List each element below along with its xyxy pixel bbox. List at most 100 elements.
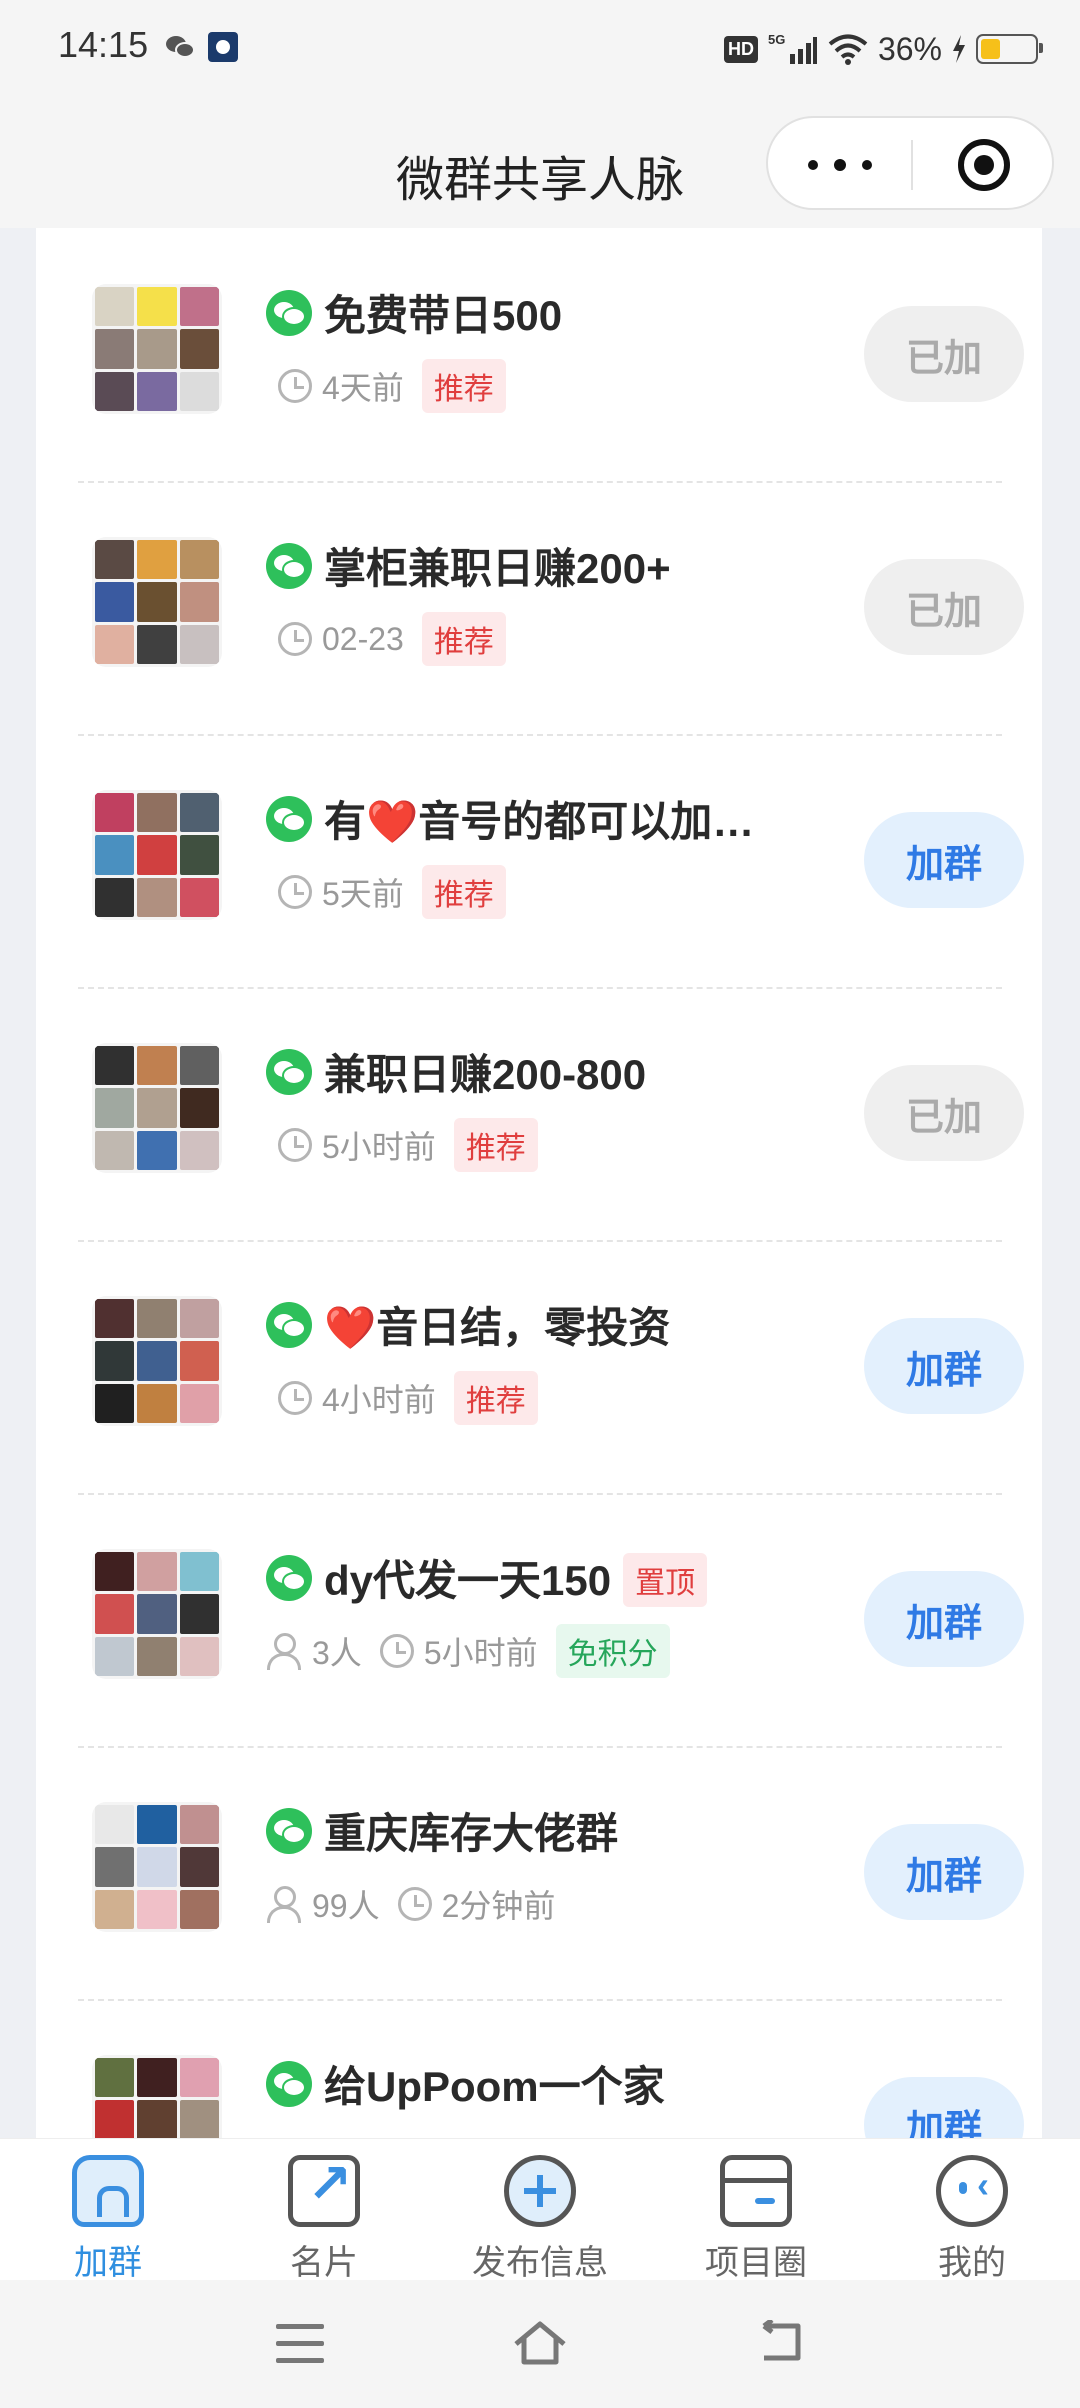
wechat-icon (266, 796, 312, 842)
free-points-tag: 免积分 (555, 1624, 670, 1678)
group-meta: 5小时前 推荐 (278, 1118, 538, 1172)
group-avatar (92, 2055, 222, 2138)
clock-icon (379, 1634, 414, 1668)
wechat-icon (166, 36, 195, 58)
group-time: 5小时前 (423, 1635, 538, 1671)
tab-label: 发布信息 (472, 2244, 608, 2282)
added-button[interactable]: 已加 (864, 306, 1024, 402)
tab-label: 名片 (290, 2244, 358, 2282)
group-title: 掌柜兼职日赚200+ (324, 545, 671, 592)
wechat-icon (266, 290, 312, 336)
member-count: 99人 (312, 1888, 380, 1924)
recommend-tag: 推荐 (453, 1118, 538, 1172)
clock-icon (397, 1887, 432, 1921)
list-item[interactable]: 掌柜兼职日赚200+ 02-23 推荐 已加 (78, 481, 1024, 736)
group-avatar (92, 1043, 222, 1173)
join-group-button[interactable]: 加群 (864, 2077, 1024, 2138)
group-meta: 4天前 推荐 (278, 359, 506, 413)
tab-label: 项目圈 (705, 2244, 807, 2282)
pinned-tag: 置顶 (623, 1552, 708, 1607)
wechat-icon (266, 1808, 312, 1854)
tab-publish[interactable]: 发布信息 (440, 2155, 640, 2282)
network-label: 5G (768, 32, 785, 47)
tab-label: 加群 (74, 2244, 142, 2282)
wechat-icon (266, 543, 312, 589)
app-icon (208, 32, 238, 62)
group-time: 5小时前 (322, 1129, 436, 1165)
home-outline-icon[interactable] (510, 2314, 570, 2374)
group-title: 有❤️音号的都可以加… (324, 798, 755, 845)
tab-business-card[interactable]: 名片 (224, 2152, 424, 2282)
group-meta: 4小时前 推荐 (278, 1371, 538, 1425)
group-time: 4天前 (322, 370, 404, 406)
share-card-icon (288, 2152, 360, 2227)
wifi-icon (828, 34, 868, 65)
join-group-button[interactable]: 加群 (864, 1318, 1024, 1414)
join-group-button[interactable]: 加群 (864, 1824, 1024, 1920)
recommend-tag: 推荐 (421, 612, 506, 666)
nav-bar: 微群共享人脉 (0, 100, 1080, 228)
wechat-icon (266, 2061, 312, 2107)
back-icon[interactable] (756, 2320, 806, 2364)
wechat-icon (266, 1555, 312, 1601)
list-item[interactable]: dy代发一天150 置顶 3人 5小时前 免积分 加群 (78, 1493, 1024, 1748)
group-list: 免费带日500 4天前 推荐 已加 掌柜兼职日赚200+ 02-23 推荐 已加 (36, 228, 1042, 2138)
person-icon (266, 1633, 302, 1670)
group-time: 02-23 (322, 620, 404, 657)
target-close-icon[interactable] (958, 139, 1010, 191)
status-time: 14:15 (58, 24, 149, 65)
tab-join-group[interactable]: 加群 (8, 2155, 208, 2282)
tab-bar: 加群 名片 发布信息 项目圈 我的 (0, 2138, 1080, 2282)
menu-icon[interactable] (276, 2324, 324, 2364)
group-title: ❤️音日结，零投资 (324, 1304, 671, 1351)
person-icon (266, 1886, 302, 1923)
charging-icon (953, 35, 965, 63)
clock-icon (278, 1128, 312, 1162)
group-avatar (92, 1802, 222, 1932)
home-icon (72, 2155, 144, 2227)
recommend-tag: 推荐 (453, 1371, 538, 1425)
group-meta: 3人 5小时前 免积分 (266, 1624, 670, 1678)
tab-projects[interactable]: 项目圈 (656, 2155, 856, 2282)
battery-icon (976, 34, 1043, 64)
capsule-divider (911, 140, 913, 190)
join-group-button[interactable]: 加群 (864, 812, 1024, 908)
wechat-icon (266, 1049, 312, 1095)
group-title: 给UpPoom一个家 (324, 2063, 665, 2110)
wechat-icon (266, 1302, 312, 1348)
hd-badge: HD (723, 35, 758, 63)
more-dots-icon[interactable] (808, 148, 872, 182)
list-item[interactable]: 兼职日赚200-800 5小时前 推荐 已加 (78, 987, 1024, 1242)
added-button[interactable]: 已加 (864, 559, 1024, 655)
member-count: 3人 (312, 1635, 362, 1671)
list-item[interactable]: 有❤️音号的都可以加… 5天前 推荐 加群 (78, 734, 1024, 989)
group-avatar (92, 284, 222, 414)
join-group-button[interactable]: 加群 (864, 1571, 1024, 1667)
group-meta: 5天前 推荐 (278, 865, 506, 919)
group-time: 5天前 (322, 876, 404, 912)
group-title: 重庆库存大佬群 (324, 1810, 619, 1857)
list-item[interactable]: 重庆库存大佬群 99人 2分钟前 加群 (78, 1746, 1024, 2001)
mini-program-capsule (766, 116, 1054, 210)
clock-icon (278, 622, 312, 656)
clock-icon (278, 875, 312, 909)
added-button[interactable]: 已加 (864, 1065, 1024, 1161)
group-meta: 99人 2分钟前 (266, 1878, 573, 1930)
face-icon (936, 2155, 1008, 2227)
group-title-text: dy代发一天150 (324, 1557, 612, 1604)
group-avatar (92, 537, 222, 667)
list-item[interactable]: ❤️音日结，零投资 4小时前 推荐 加群 (78, 1240, 1024, 1495)
list-item[interactable]: 给UpPoom一个家 加群 (78, 1999, 1024, 2138)
tab-mine[interactable]: 我的 (872, 2155, 1072, 2282)
group-title: 兼职日赚200-800 (324, 1051, 647, 1098)
list-item[interactable]: 免费带日500 4天前 推荐 已加 (78, 228, 1024, 483)
group-avatar (92, 790, 222, 920)
plus-circle-icon (504, 2155, 576, 2227)
clock-icon (278, 1381, 312, 1415)
group-avatar (92, 1549, 222, 1679)
recommend-tag: 推荐 (421, 865, 506, 919)
status-right: HD 5G 36% (723, 24, 1043, 74)
recommend-tag: 推荐 (421, 359, 506, 413)
tab-label: 我的 (938, 2244, 1006, 2282)
group-avatar (92, 1296, 222, 1426)
